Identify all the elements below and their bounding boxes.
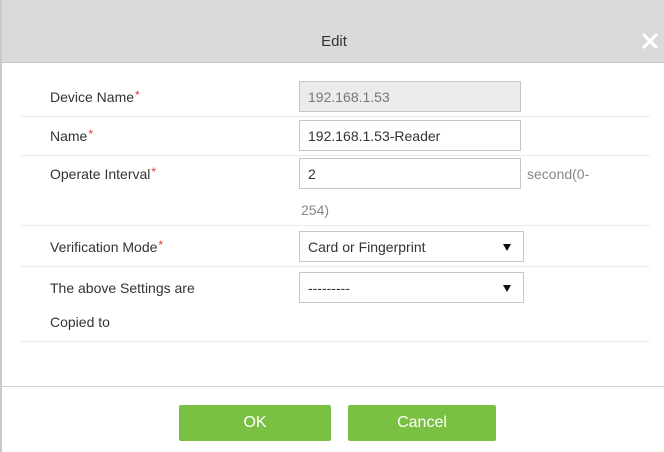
name-field[interactable] bbox=[299, 120, 521, 151]
dropdown-arrow-icon bbox=[503, 285, 511, 292]
operate-interval-label: Operate Interval* bbox=[50, 165, 157, 182]
dropdown-arrow-icon bbox=[503, 244, 511, 251]
cancel-button[interactable]: Cancel bbox=[348, 405, 496, 441]
edit-dialog: Edit Device Name* Name* Operate Interval… bbox=[0, 0, 664, 452]
required-mark: * bbox=[88, 127, 94, 141]
required-mark: * bbox=[151, 165, 157, 179]
operate-interval-field[interactable] bbox=[299, 158, 521, 189]
row-divider bbox=[20, 225, 650, 226]
required-mark: * bbox=[158, 238, 164, 252]
verification-mode-select[interactable]: Card or Fingerprint bbox=[299, 231, 524, 262]
copy-to-value: --------- bbox=[308, 280, 350, 296]
row-divider bbox=[20, 155, 650, 156]
verification-mode-label: Verification Mode* bbox=[50, 238, 164, 255]
close-icon[interactable] bbox=[638, 29, 662, 53]
row-divider bbox=[20, 266, 650, 267]
name-label: Name* bbox=[50, 127, 94, 144]
verification-mode-value: Card or Fingerprint bbox=[308, 239, 426, 255]
copy-to-select[interactable]: --------- bbox=[299, 272, 524, 303]
footer-divider bbox=[2, 386, 664, 387]
dialog-title: Edit bbox=[321, 33, 347, 50]
row-divider bbox=[20, 341, 650, 342]
copy-settings-label: The above Settings are bbox=[50, 280, 195, 296]
dialog-titlebar: Edit bbox=[2, 0, 664, 63]
interval-unit-hint-cont: 254) bbox=[301, 202, 330, 218]
device-name-field bbox=[299, 81, 521, 112]
interval-unit-hint: second(0- bbox=[527, 166, 590, 182]
ok-button[interactable]: OK bbox=[179, 405, 331, 441]
device-name-label: Device Name* bbox=[50, 88, 140, 105]
copy-settings-label-cont: Copied to bbox=[50, 314, 110, 330]
required-mark: * bbox=[135, 88, 140, 102]
row-divider bbox=[20, 116, 650, 117]
